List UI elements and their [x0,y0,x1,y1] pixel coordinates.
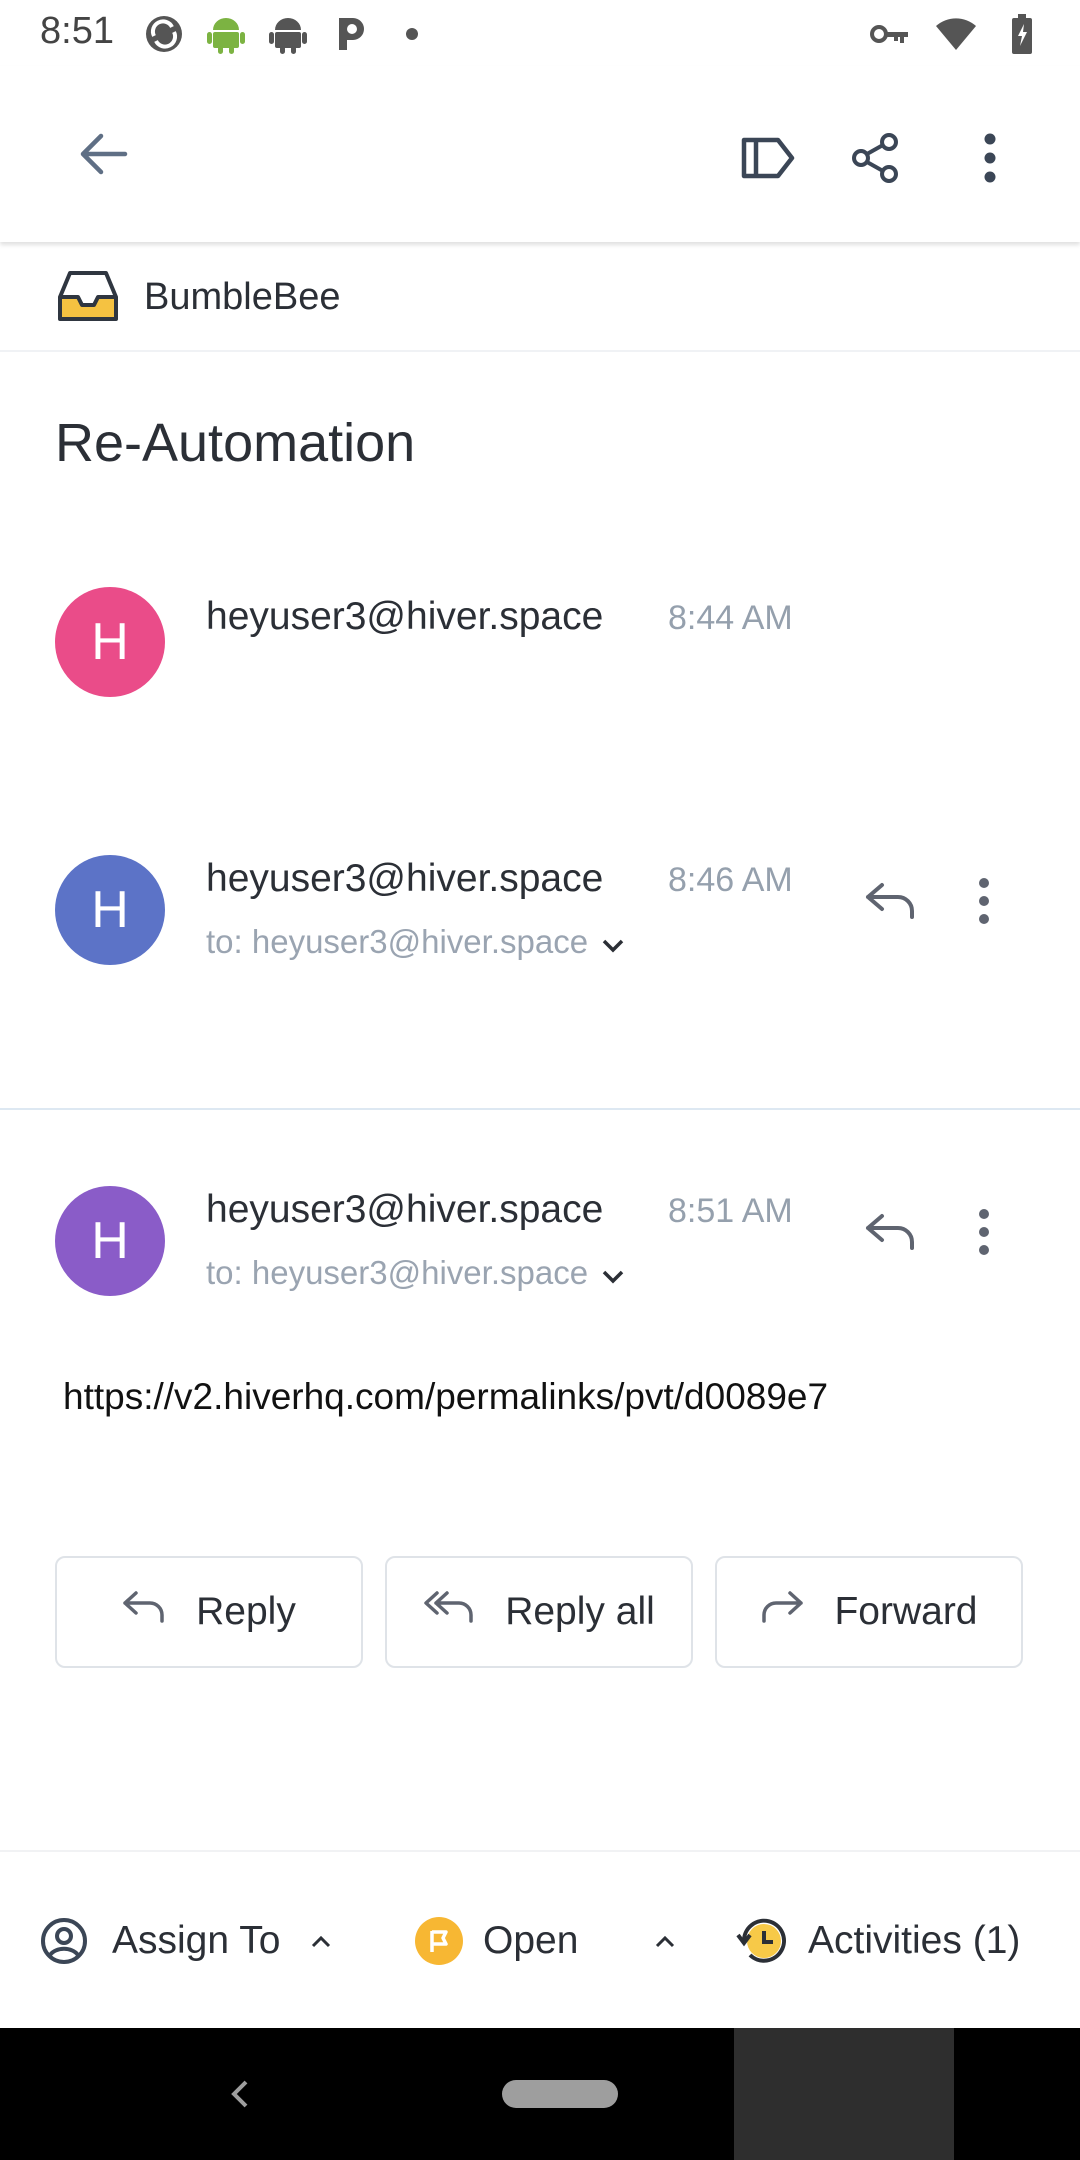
activities-label: Activities (1) [808,1919,1021,1962]
system-nav-bar [0,2028,1080,2160]
label-icon[interactable] [720,110,816,206]
reply-all-icon [423,1589,475,1635]
forward-icon [760,1589,804,1635]
divider [0,1108,1080,1110]
status-label: Open [483,1919,579,1962]
sender-email: heyuser3@hiver.space [206,595,604,638]
recipient-line[interactable]: to: heyuser3@hiver.space [206,1254,624,1292]
parking-icon [328,12,372,56]
activities-button[interactable]: Activities (1) [736,1852,1020,2030]
status-icons-right [868,12,1044,56]
message-item[interactable]: H heyuser3@hiver.space 8:51 AM to: heyus… [0,1186,1080,1316]
inbox-tray-icon [56,269,120,325]
dot-icon [390,12,434,56]
sender-email: heyuser3@hiver.space [206,857,604,900]
status-icons-left [142,12,434,56]
avatar: H [55,587,165,697]
status-open-button[interactable]: Open [415,1852,676,2030]
battery-charging-icon [1000,12,1044,56]
chevron-up-icon [654,1934,676,1948]
vpn-key-icon [868,12,912,56]
assign-to-button[interactable]: Assign To [40,1852,332,2030]
nav-overlay [734,2028,954,2160]
forward-button[interactable]: Forward [715,1556,1023,1668]
avatar: H [55,855,165,965]
status-bar: 8:51 [0,0,1080,66]
android-icon [204,12,248,56]
avatar: H [55,1186,165,1296]
activity-clock-icon [736,1917,788,1965]
reply-icon[interactable] [850,861,930,941]
message-item[interactable]: H heyuser3@hiver.space 8:46 AM to: heyus… [0,855,1080,985]
forward-label: Forward [834,1590,978,1633]
sync-icon [142,12,186,56]
flag-icon [415,1917,463,1965]
share-icon[interactable] [828,110,924,206]
nav-home-pill[interactable] [502,2080,618,2108]
bottom-action-bar: Assign To Open Activities (1) [0,1850,1080,2028]
message-more-icon[interactable] [944,1192,1024,1272]
reply-all-button[interactable]: Reply all [385,1556,693,1668]
chevron-down-icon[interactable] [602,1254,624,1292]
message-more-icon[interactable] [944,861,1024,941]
message-time: 8:44 AM [668,599,793,637]
chevron-down-icon[interactable] [602,923,624,961]
user-circle-icon [40,1917,88,1965]
assign-to-label: Assign To [112,1919,281,1962]
reply-button[interactable]: Reply [55,1556,363,1668]
sender-email: heyuser3@hiver.space [206,1188,604,1231]
inbox-name: BumbleBee [144,275,341,318]
reply-label: Reply [196,1590,296,1633]
reply-icon [122,1589,166,1635]
android-outline-icon [266,12,310,56]
message-body-link[interactable]: https://v2.hiverhq.com/permalinks/pvt/d0… [63,1376,828,1418]
message-item[interactable]: H heyuser3@hiver.space 8:44 AM [0,585,1080,705]
message-time: 8:46 AM [668,861,793,899]
recipient-text: to: heyuser3@hiver.space [206,923,589,960]
app-bar [0,66,1080,242]
recipient-text: to: heyuser3@hiver.space [206,1254,589,1291]
nav-back-icon[interactable] [220,2074,260,2114]
chevron-up-icon [310,1934,332,1948]
email-subject: Re-Automation [55,413,416,473]
more-vertical-icon[interactable] [942,110,1038,206]
back-arrow-icon[interactable] [55,106,151,202]
reply-all-label: Reply all [505,1590,655,1633]
status-time: 8:51 [40,10,114,52]
wifi-icon [934,12,978,56]
inbox-row[interactable]: BumbleBee [0,244,1080,352]
message-time: 8:51 AM [668,1192,793,1230]
reply-icon[interactable] [850,1192,930,1272]
recipient-line[interactable]: to: heyuser3@hiver.space [206,923,624,961]
